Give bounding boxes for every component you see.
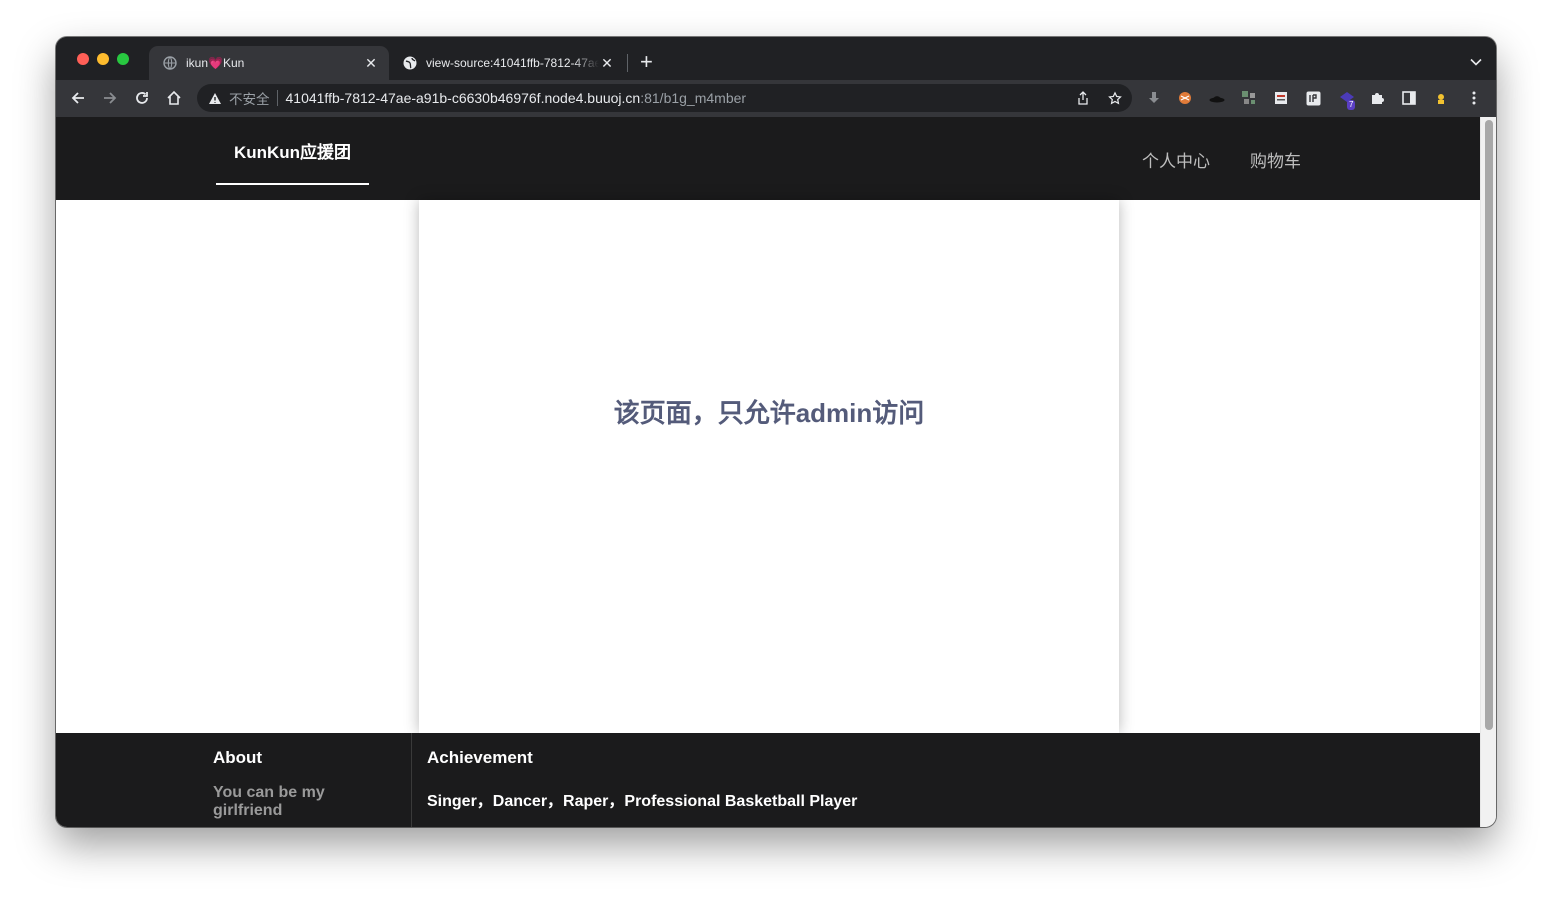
url-path: :81/b1g_m4mber [640,90,747,106]
extension-orange-icon[interactable] [1177,90,1193,106]
content-card: 该页面，只允许admin访问 [419,200,1119,733]
close-tab-icon[interactable]: ✕ [599,55,615,72]
menu-kebab-icon[interactable] [1466,90,1482,106]
profile-avatar-icon[interactable] [1433,90,1449,106]
back-button[interactable] [68,88,88,108]
security-label[interactable]: 不安全 [229,88,270,108]
security-divider [276,90,278,106]
url-host: 41041ffb-7812-47ae-a91b-c6630b46976f.nod… [285,90,641,106]
extension-hat-icon[interactable] [1209,90,1225,106]
forward-button[interactable] [100,88,120,108]
maximize-window-button[interactable] [117,53,129,65]
globe-icon [403,56,417,70]
extension-badge: 7 [1347,100,1356,110]
nav-profile-link[interactable]: 个人中心 [1142,147,1210,172]
extensions-puzzle-icon[interactable] [1369,90,1385,106]
warning-icon[interactable] [208,91,222,105]
browser-toolbar: 不安全 41041ffb-7812-47ae-a91b-c6630b46976f… [56,80,1496,117]
bookmark-star-icon[interactable] [1108,90,1122,105]
home-button[interactable] [164,88,184,108]
close-tab-icon[interactable]: ✕ [363,55,379,72]
footer-about-text: You can be my girlfriend [213,784,325,819]
extension-document-icon[interactable] [1273,90,1289,106]
download-icon[interactable] [1146,90,1162,106]
brand-link[interactable]: KunKun应援团 [216,117,369,185]
site-navbar: KunKun应援团 个人中心 购物车 [56,117,1481,200]
tab-strip: ikun💗Kun ✕ view-source:41041ffb-7812-47a… [56,37,1496,80]
site-footer: About You can be my girlfriend Achieveme… [56,733,1481,827]
tab-separator [627,54,628,72]
minimize-window-button[interactable] [97,53,109,65]
new-tab-button[interactable]: + [640,50,653,74]
footer-achievement-title: Achievement [427,748,533,767]
browser-window: ikun💗Kun ✕ view-source:41041ffb-7812-47a… [56,37,1496,827]
tab-ikun[interactable]: ikun💗Kun ✕ [149,46,389,80]
tab-view-source[interactable]: view-source:41041ffb-7812-47ae-a91b-c663… [389,46,625,80]
tab-search-icon[interactable] [1470,53,1482,71]
globe-icon [163,56,177,70]
close-window-button[interactable] [77,53,89,65]
side-panel-icon[interactable] [1401,90,1417,106]
tab-title: view-source:41041ffb-7812-47ae-a91b-c663… [426,56,599,70]
tab-title: ikun💗Kun [186,56,245,70]
footer-achievement-text: Singer，Dancer，Raper，Professional Basketb… [427,793,858,810]
scrollbar-thumb[interactable] [1485,120,1493,730]
page-viewport: KunKun应援团 个人中心 购物车 该页面，只允许admin访问 About … [56,117,1496,827]
nav-cart-link[interactable]: 购物车 [1250,147,1301,172]
extension-purple-icon[interactable]: 7 [1337,90,1357,110]
extension-ip-icon[interactable] [1305,90,1321,106]
vertical-scrollbar[interactable] [1480,117,1496,827]
extension-grid-icon[interactable] [1241,90,1257,106]
access-denied-message: 该页面，只允许admin访问 [613,398,925,428]
address-bar[interactable]: 不安全 41041ffb-7812-47ae-a91b-c6630b46976f… [197,84,1132,112]
share-icon[interactable] [1076,91,1090,105]
footer-about-title: About [213,748,263,767]
reload-button[interactable] [132,88,152,108]
footer-divider [411,733,412,827]
